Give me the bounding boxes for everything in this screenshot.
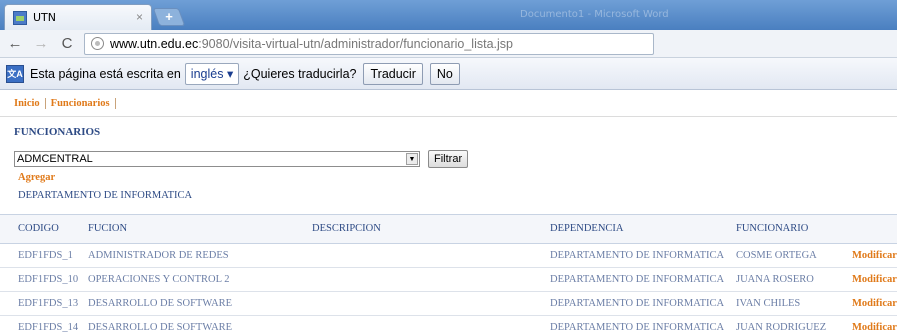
new-tab-button[interactable]: +	[152, 8, 186, 26]
department-title: DEPARTAMENTO DE INFORMATICA	[18, 190, 193, 201]
url-path: :9080/visita-virtual-utn/administrador/f…	[198, 36, 513, 51]
top-menu: Inicio Funcionarios	[14, 98, 121, 109]
language-dropdown[interactable]: inglés ▾	[184, 62, 240, 85]
cell-funcionario: JUAN RODRIGUEZ	[736, 322, 827, 333]
table-row: EDF1FDS_10 OPERACIONES Y CONTROL 2 DEPAR…	[0, 268, 897, 292]
header-funcion: FUCION	[88, 223, 128, 234]
browser-tab[interactable]: UTN ×	[4, 4, 152, 30]
reload-icon[interactable]: C	[56, 35, 78, 52]
translate-question: ¿Quieres traducirla?	[243, 66, 357, 81]
page-info-icon[interactable]	[91, 37, 104, 50]
staff-table: CODIGO FUCION DESCRIPCION DEPENDENCIA FU…	[0, 214, 897, 335]
dropdown-arrow-icon[interactable]: ▼	[406, 153, 418, 165]
table-row: EDF1FDS_13 DESARROLLO DE SOFTWARE DEPART…	[0, 292, 897, 316]
translate-icon: 文A	[6, 64, 24, 83]
page-title: FUNCIONARIOS	[14, 126, 101, 138]
address-bar[interactable]: www.utn.edu.ec:9080/visita-virtual-utn/a…	[84, 32, 654, 55]
cell-dependencia: DEPARTAMENTO DE INFORMATICA	[550, 274, 725, 285]
cell-dependencia: DEPARTAMENTO DE INFORMATICA	[550, 298, 725, 309]
browser-nav-bar: ← → C www.utn.edu.ec:9080/visita-virtual…	[0, 30, 897, 58]
modify-link[interactable]: Modificar	[852, 322, 897, 333]
cell-dependencia: DEPARTAMENTO DE INFORMATICA	[550, 322, 725, 333]
cell-funcion: DESARROLLO DE SOFTWARE	[88, 298, 233, 309]
header-dependencia: DEPENDENCIA	[550, 223, 624, 234]
cell-codigo: EDF1FDS_1	[18, 250, 73, 261]
browser-tab-bar: UTN × + Documento1 - Microsoft Word	[0, 0, 897, 30]
site-favicon-icon	[13, 10, 27, 25]
close-tab-icon[interactable]: ×	[136, 10, 143, 24]
menu-item-funcionarios[interactable]: Funcionarios	[51, 98, 116, 109]
tab-title: UTN	[33, 11, 56, 24]
modify-link[interactable]: Modificar	[852, 298, 897, 309]
language-value: inglés	[190, 66, 224, 81]
filter-button[interactable]: Filtrar	[428, 150, 469, 168]
header-descripcion: DESCRIPCION	[312, 223, 381, 234]
plus-icon: +	[165, 9, 173, 24]
translate-bar: 文A Esta página está escrita en inglés ▾ …	[0, 58, 897, 90]
cell-codigo: EDF1FDS_10	[18, 274, 79, 285]
cell-funcionario: JUANA ROSERO	[736, 274, 814, 285]
translate-prefix: Esta página está escrita en	[30, 66, 181, 81]
cell-funcionario: COSME ORTEGA	[736, 250, 817, 261]
cell-funcion: ADMINISTRADOR DE REDES	[88, 250, 229, 261]
menu-item-inicio[interactable]: Inicio	[14, 98, 46, 109]
select-value: ADMCENTRAL	[17, 153, 93, 165]
cell-funcionario: IVAN CHILES	[736, 298, 801, 309]
cell-codigo: EDF1FDS_13	[18, 298, 79, 309]
header-funcionario: FUNCIONARIO	[736, 223, 809, 234]
page-content: Inicio Funcionarios FUNCIONARIOS ADMCENT…	[0, 90, 897, 335]
cell-dependencia: DEPARTAMENTO DE INFORMATICA	[550, 250, 725, 261]
table-row: EDF1FDS_14 DESARROLLO DE SOFTWARE DEPART…	[0, 316, 897, 335]
back-arrow-icon[interactable]: ←	[4, 35, 26, 52]
url-host: www.utn.edu.ec	[110, 36, 199, 51]
modify-link[interactable]: Modificar	[852, 274, 897, 285]
dropdown-arrow-icon: ▾	[226, 66, 234, 81]
window-title: Documento1 - Microsoft Word	[520, 9, 669, 20]
cell-funcion: DESARROLLO DE SOFTWARE	[88, 322, 233, 333]
add-link[interactable]: Agregar	[18, 172, 55, 183]
forward-arrow-icon[interactable]: →	[30, 35, 52, 52]
no-translate-button[interactable]: No	[429, 62, 460, 85]
cell-funcion: OPERACIONES Y CONTROL 2	[88, 274, 230, 285]
translate-button[interactable]: Traducir	[363, 62, 423, 85]
table-header: CODIGO FUCION DESCRIPCION DEPENDENCIA FU…	[0, 214, 897, 244]
cell-codigo: EDF1FDS_14	[18, 322, 79, 333]
table-row: EDF1FDS_1 ADMINISTRADOR DE REDES DEPARTA…	[0, 244, 897, 268]
dependency-select[interactable]: ADMCENTRAL ▼	[14, 151, 420, 167]
modify-link[interactable]: Modificar	[852, 250, 897, 261]
menu-divider	[0, 116, 897, 117]
header-codigo: CODIGO	[18, 223, 59, 234]
